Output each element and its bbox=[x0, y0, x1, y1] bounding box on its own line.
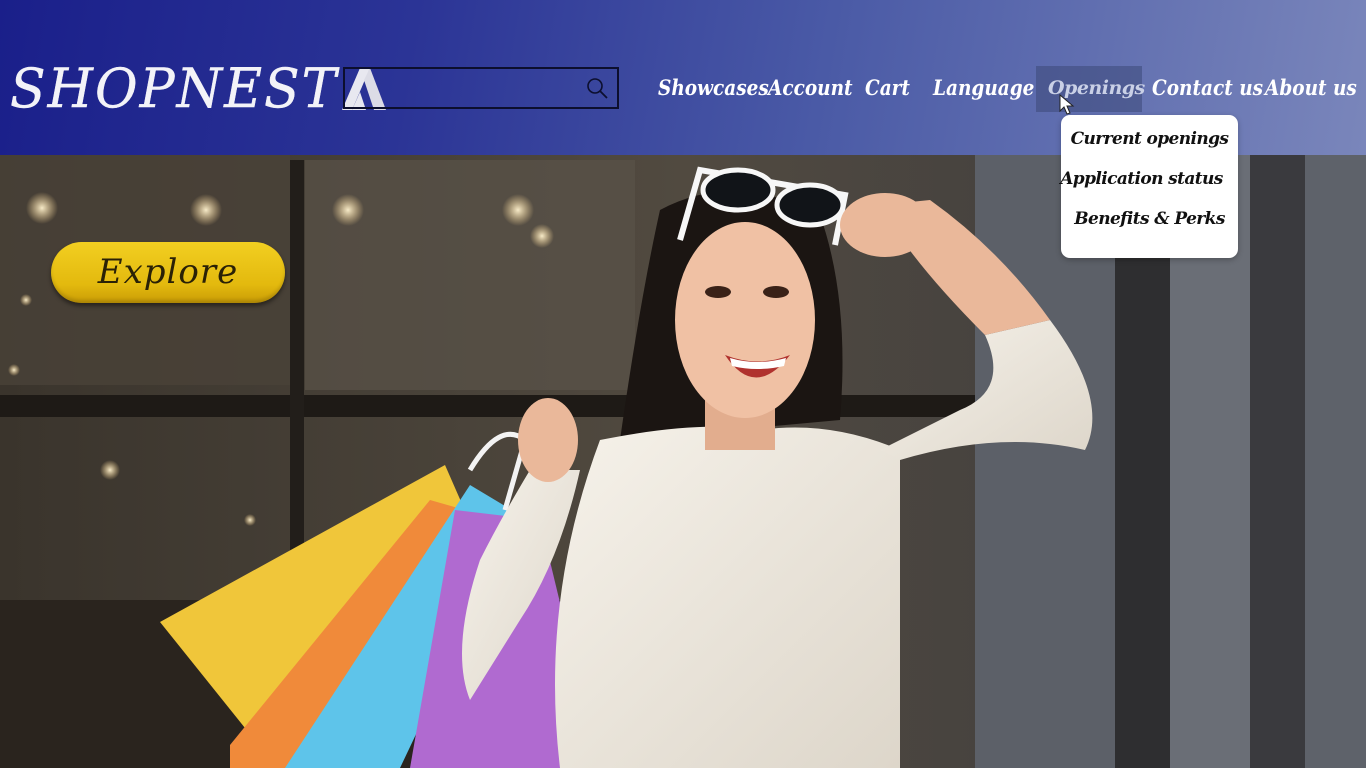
nav-showcases[interactable]: Showcases bbox=[658, 66, 769, 112]
nav-about-us[interactable]: About us bbox=[1265, 66, 1357, 112]
search-bar bbox=[343, 67, 619, 109]
explore-button[interactable]: Explore bbox=[51, 242, 285, 303]
dropdown-item-application-status[interactable]: Application status bbox=[1053, 169, 1230, 189]
search-icon[interactable] bbox=[585, 76, 609, 100]
dropdown-item-current-openings[interactable]: Current openings bbox=[1061, 129, 1238, 149]
dropdown-item-benefits-perks[interactable]: Benefits & Perks bbox=[1061, 209, 1238, 229]
nav-cart[interactable]: Cart bbox=[865, 66, 910, 112]
nav-account[interactable]: Account bbox=[768, 66, 853, 112]
brand-logo[interactable]: SHOPNEST bbox=[10, 57, 388, 121]
nav-contact-us[interactable]: Contact us bbox=[1152, 66, 1263, 112]
openings-dropdown: Current openings Application status Bene… bbox=[1060, 115, 1238, 258]
brand-logo-text: SHOPNEST bbox=[10, 57, 339, 121]
nav-openings[interactable]: Openings bbox=[1036, 66, 1145, 112]
nav-language[interactable]: Language bbox=[933, 66, 1034, 112]
search-input[interactable] bbox=[345, 69, 591, 107]
cursor-icon bbox=[1059, 94, 1075, 115]
